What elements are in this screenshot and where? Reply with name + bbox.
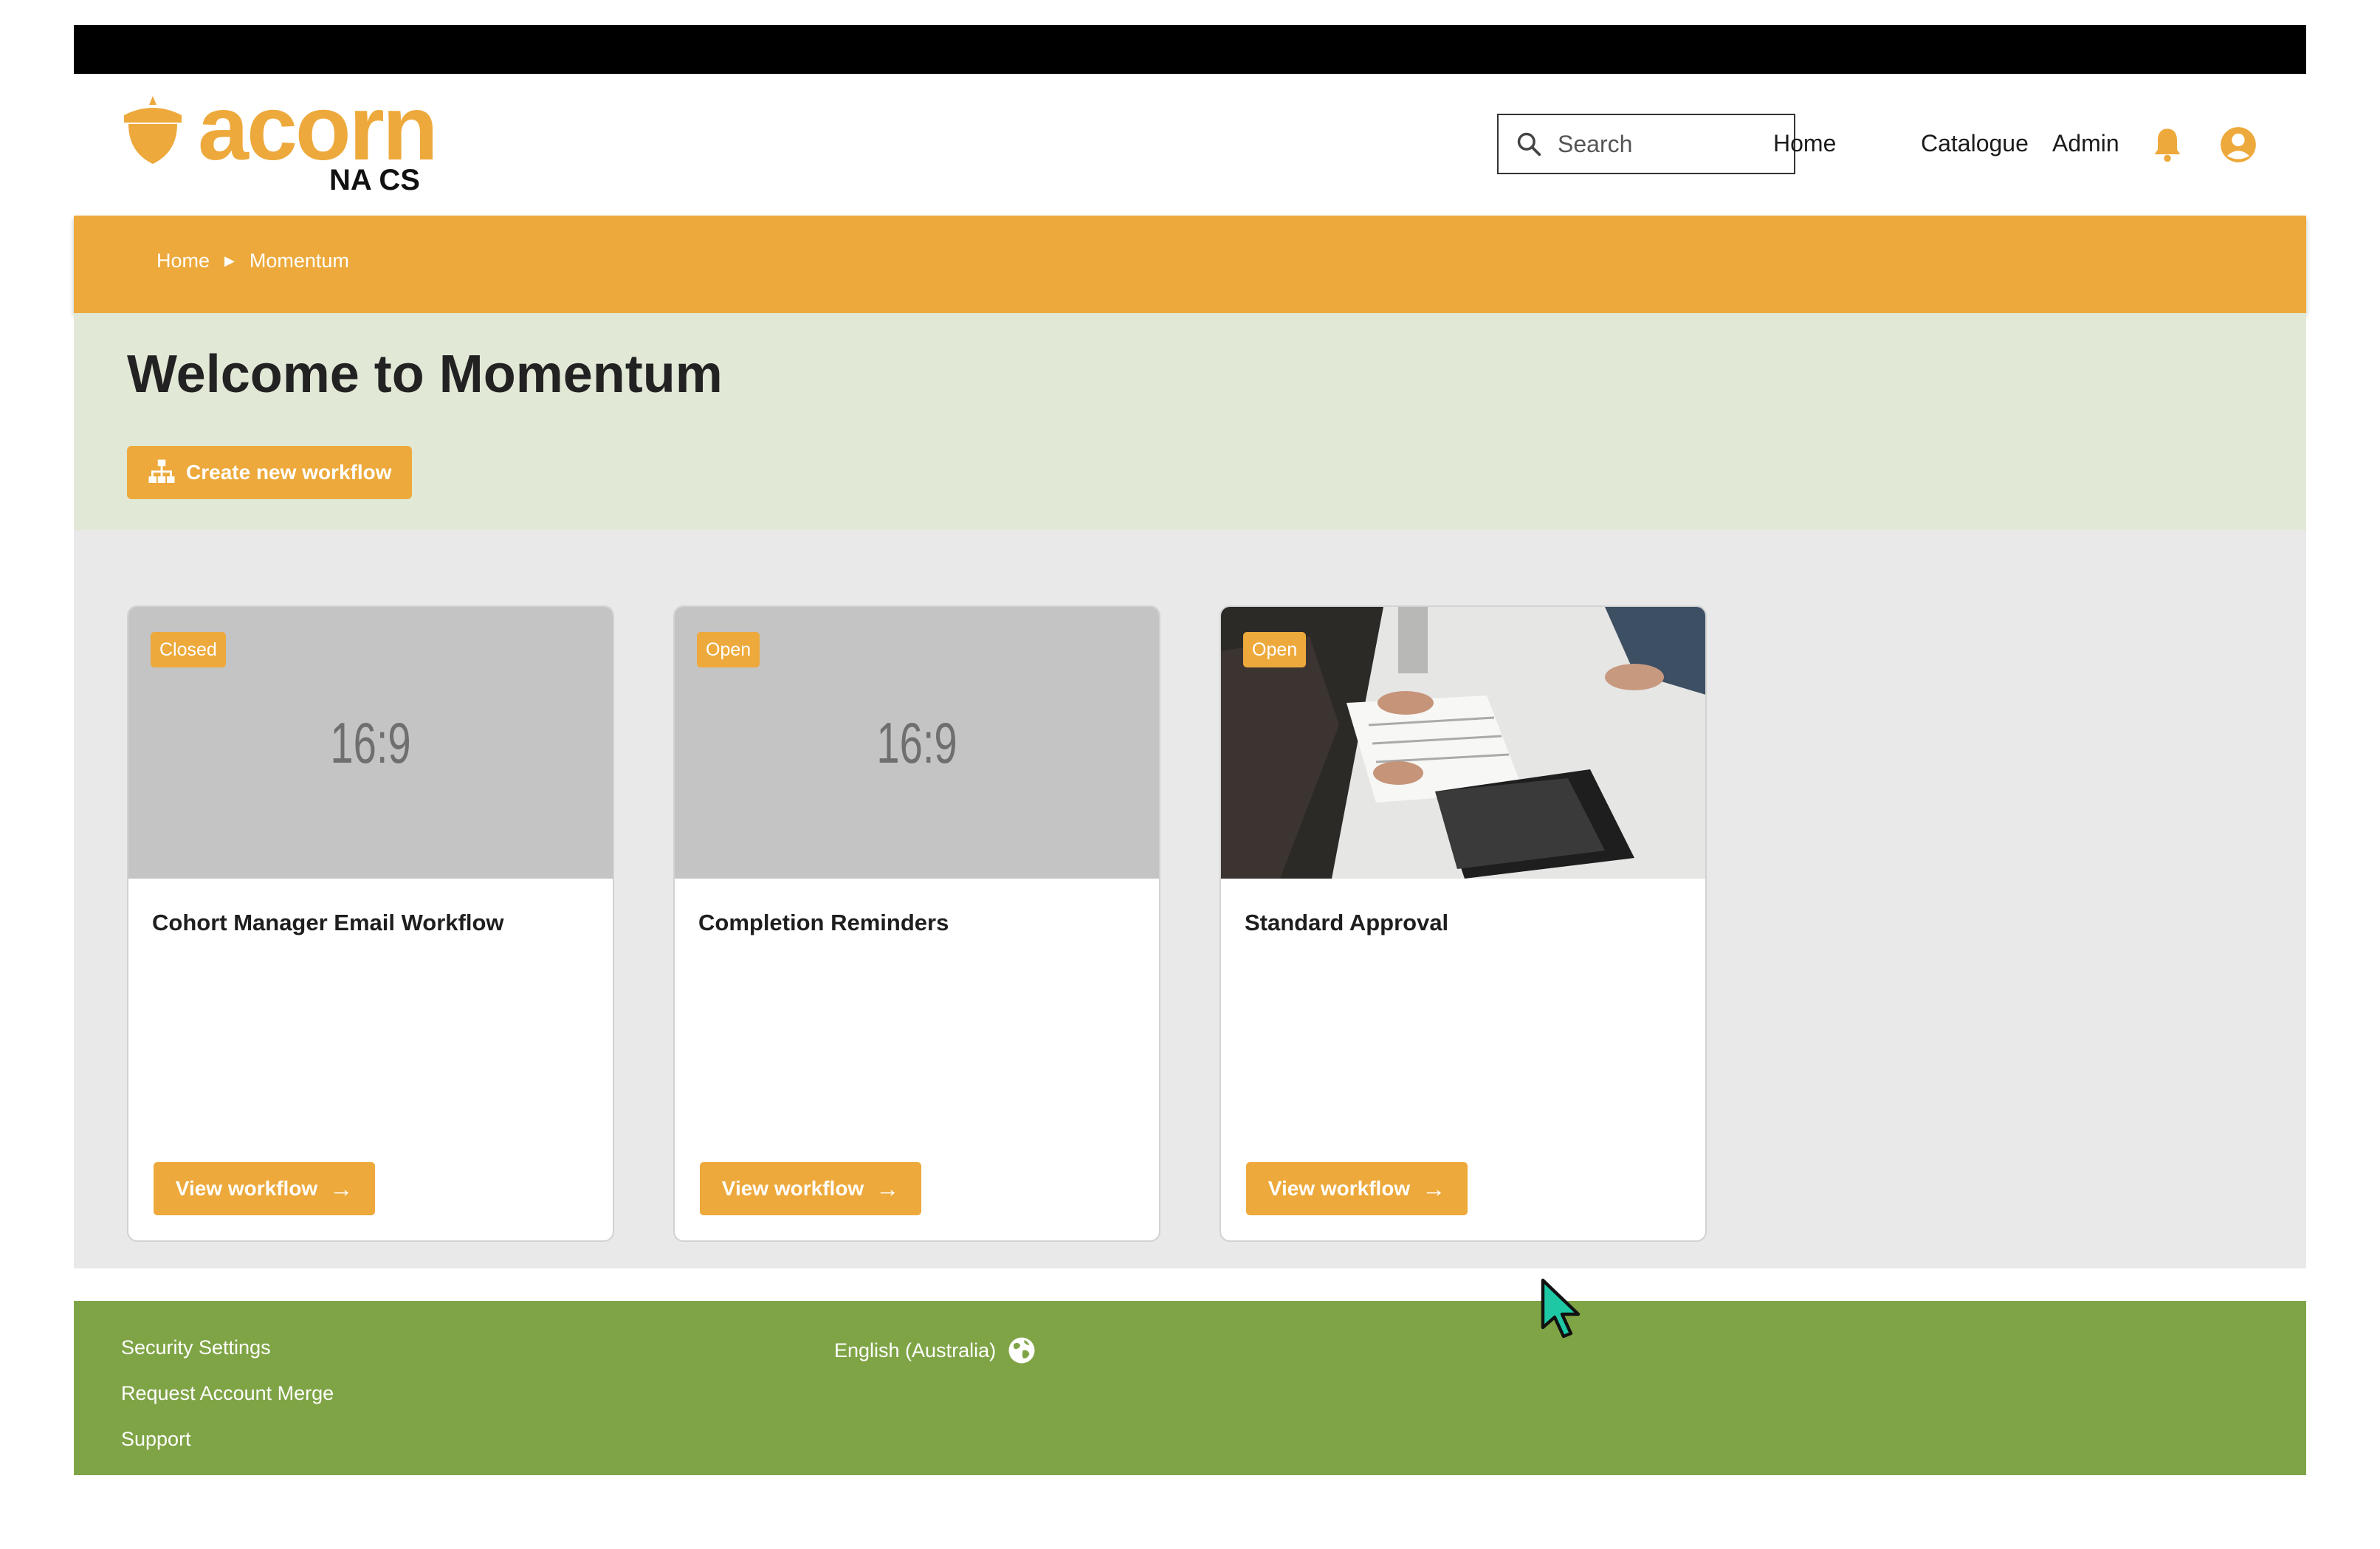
app-window: acorn NA CS Home Catalogue Admin Home ▶	[74, 25, 2306, 1475]
mouse-cursor-icon	[1541, 1278, 1581, 1339]
breadcrumb-bar: Home ▶ Momentum	[74, 216, 2306, 313]
breadcrumb-momentum[interactable]: Momentum	[250, 250, 349, 272]
bell-icon[interactable]	[2148, 126, 2187, 164]
arrow-right-icon: →	[329, 1175, 354, 1202]
workflow-card[interactable]: Open Standard Approval View workflow →	[1220, 605, 1707, 1242]
breadcrumb-home[interactable]: Home	[157, 250, 210, 272]
search-icon	[1517, 132, 1541, 157]
status-badge: Open	[697, 632, 760, 667]
nav-catalogue[interactable]: Catalogue	[1921, 128, 2029, 158]
user-circle-icon[interactable]	[2219, 126, 2257, 164]
workflow-card[interactable]: 16:9 Closed Cohort Manager Email Workflo…	[127, 605, 614, 1242]
language-label: English (Australia)	[834, 1339, 997, 1361]
page-title: Welcome to Momentum	[127, 345, 723, 404]
site-footer: Security Settings Request Account Merge …	[74, 1301, 2306, 1475]
card-media-placeholder: 16:9 Open	[675, 607, 1159, 879]
view-workflow-button[interactable]: View workflow →	[700, 1162, 921, 1215]
logo[interactable]: acorn NA CS	[120, 83, 438, 204]
card-title: Completion Reminders	[698, 910, 949, 935]
create-workflow-button[interactable]: Create new workflow	[127, 446, 412, 499]
acorn-icon	[124, 96, 182, 164]
nav-home[interactable]: Home	[1773, 128, 1836, 158]
language-selector[interactable]: English (Australia)	[834, 1335, 1037, 1366]
view-workflow-button[interactable]: View workflow →	[154, 1162, 375, 1215]
view-workflow-label: View workflow	[721, 1177, 864, 1200]
hero-section: Welcome to Momentum Create new workflow	[74, 313, 2306, 530]
sitemap-icon	[148, 459, 175, 483]
logo-wordmark: acorn	[198, 78, 438, 179]
nav-admin[interactable]: Admin	[2052, 128, 2119, 158]
view-workflow-label: View workflow	[175, 1177, 318, 1200]
view-workflow-button[interactable]: View workflow →	[1246, 1162, 1468, 1215]
status-badge: Open	[1243, 632, 1307, 667]
workflow-card[interactable]: 16:9 Open Completion Reminders View work…	[673, 605, 1160, 1242]
create-workflow-label: Create new workflow	[186, 461, 392, 484]
card-media-photo: Open	[1221, 607, 1705, 879]
arrow-right-icon: →	[876, 1175, 900, 1202]
globe-icon	[1008, 1337, 1035, 1364]
view-workflow-label: View workflow	[1268, 1177, 1411, 1200]
search-input[interactable]	[1556, 129, 1781, 159]
card-title: Standard Approval	[1245, 910, 1449, 935]
workflow-grid: 16:9 Closed Cohort Manager Email Workflo…	[74, 530, 2306, 1268]
card-media-placeholder: 16:9 Closed	[128, 607, 613, 879]
logo-subtitle: NA CS	[329, 164, 420, 196]
aspect-ratio-label: 16:9	[876, 710, 957, 775]
aspect-ratio-label: 16:9	[330, 710, 411, 775]
top-bar	[74, 25, 2306, 74]
breadcrumb: Home ▶ Momentum	[157, 250, 349, 272]
footer-link-support[interactable]: Support	[121, 1428, 191, 1451]
footer-link-request-account-merge[interactable]: Request Account Merge	[121, 1382, 334, 1405]
search-box[interactable]	[1497, 114, 1795, 174]
caret-right-icon: ▶	[224, 253, 235, 268]
footer-link-security-settings[interactable]: Security Settings	[121, 1336, 271, 1359]
arrow-right-icon: →	[1422, 1175, 1446, 1202]
card-title: Cohort Manager Email Workflow	[152, 910, 504, 935]
status-badge: Closed	[151, 632, 226, 667]
